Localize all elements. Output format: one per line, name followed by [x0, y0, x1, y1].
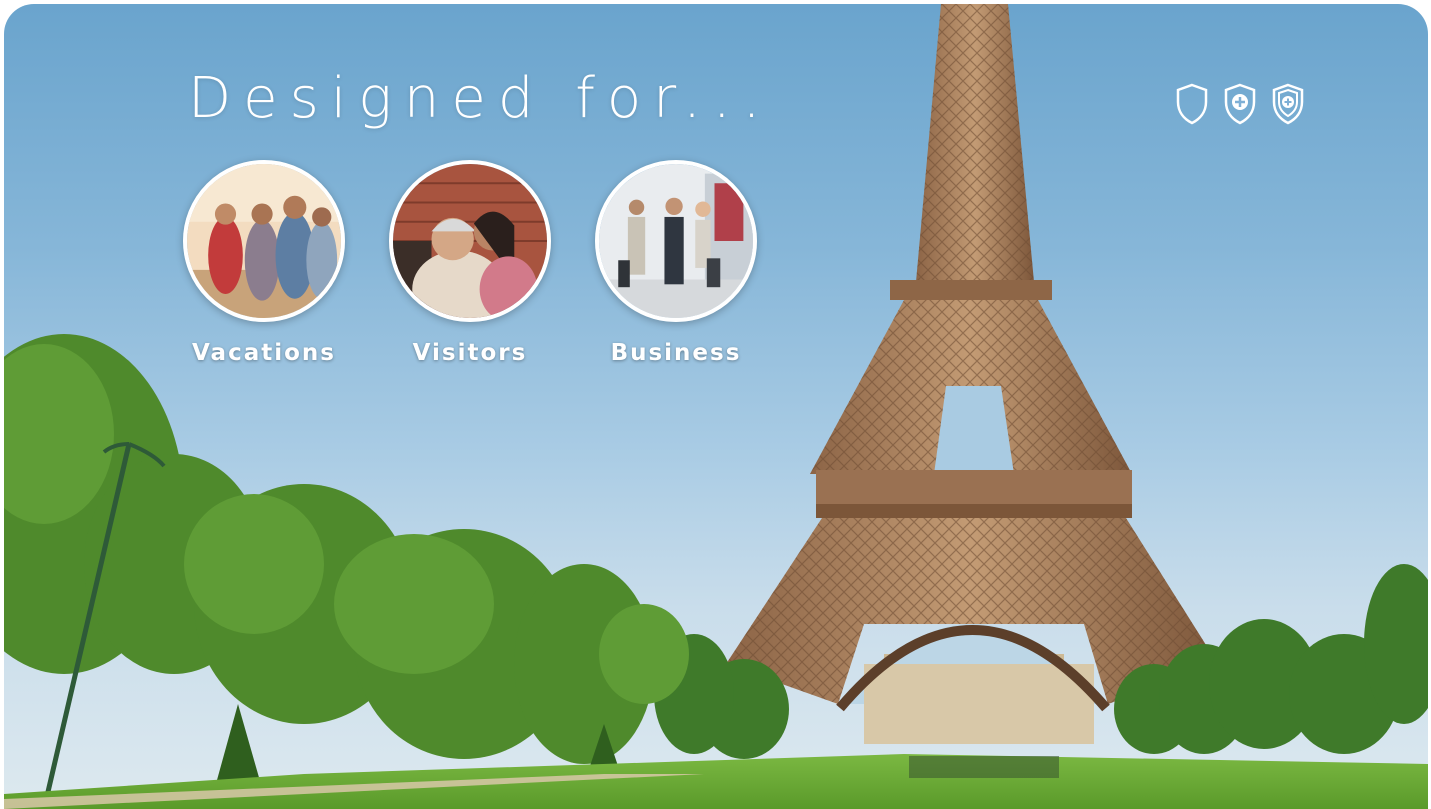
audience-options: Vacations Visitors Business [180, 160, 760, 366]
shield-outline-icon [1176, 83, 1208, 125]
group-of-friends-photo[interactable] [183, 160, 345, 322]
hero-banner: Designed for... Vacations Visitors Busin… [4, 4, 1428, 809]
audience-visitors[interactable]: Visitors [386, 160, 554, 366]
business-travelers-photo[interactable] [595, 160, 757, 322]
audience-vacations[interactable]: Vacations [180, 160, 348, 366]
audience-label: Business [610, 340, 742, 366]
audience-label: Visitors [412, 340, 528, 366]
audience-label: Vacations [192, 340, 336, 366]
shield-double-plus-icon [1272, 83, 1304, 125]
grandmother-and-granddaughter-photo[interactable] [389, 160, 551, 322]
coverage-level-badges [1174, 82, 1306, 126]
headline: Designed for... [188, 66, 773, 131]
audience-business[interactable]: Business [592, 160, 760, 366]
shield-plus-icon [1224, 83, 1256, 125]
